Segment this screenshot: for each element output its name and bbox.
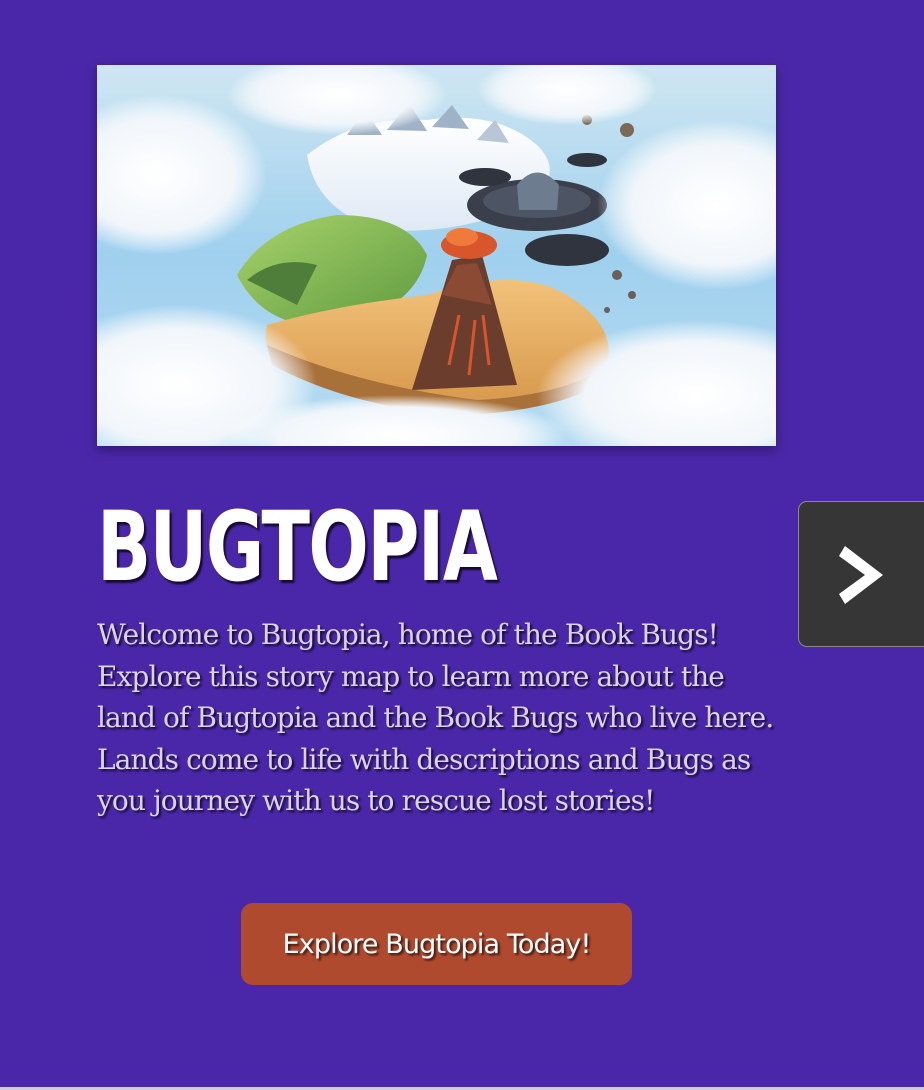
- map-illustration: [97, 65, 776, 446]
- intro-description: Welcome to Bugtopia, home of the Book Bu…: [97, 618, 774, 818]
- chevron-right-icon: [839, 546, 883, 604]
- page: BUGTOPIA Welcome to Bugtopia, home of th…: [0, 0, 924, 1090]
- page-title: BUGTOPIA: [97, 491, 498, 603]
- bugtopia-map-image: [97, 65, 776, 446]
- explore-bugtopia-button[interactable]: Explore Bugtopia Today!: [241, 903, 632, 985]
- next-slide-button[interactable]: [798, 501, 924, 647]
